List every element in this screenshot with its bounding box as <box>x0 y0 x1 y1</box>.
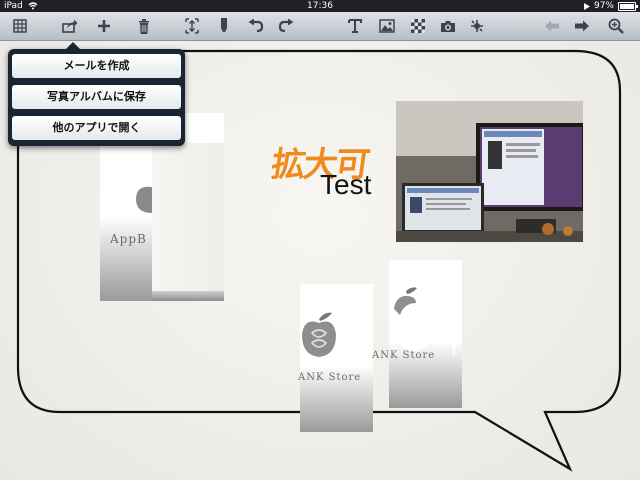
menu-item-save-to-album[interactable]: 写真アルバムに保存 <box>12 85 181 109</box>
play-icon <box>583 2 590 10</box>
clock: 17:36 <box>307 1 333 11</box>
logo-text-store-1: ANK Store <box>298 372 362 383</box>
prev-icon[interactable] <box>542 16 562 36</box>
grid-icon[interactable] <box>10 16 30 36</box>
battery-icon <box>618 1 638 11</box>
zoom-icon[interactable] <box>606 16 626 36</box>
add-icon[interactable] <box>94 16 114 36</box>
share-icon[interactable] <box>60 16 80 36</box>
fit-icon[interactable] <box>182 16 202 36</box>
next-icon[interactable] <box>572 16 592 36</box>
trash-icon[interactable] <box>134 16 154 36</box>
text-label-test[interactable]: Test <box>320 169 371 201</box>
pattern-icon[interactable] <box>408 16 428 36</box>
battery-percent: 97% <box>593 1 614 11</box>
text-icon[interactable] <box>345 16 365 36</box>
clip-icon[interactable] <box>467 16 487 36</box>
undo-icon[interactable] <box>246 16 266 36</box>
status-bar: iPad 17:36 97% <box>0 0 640 12</box>
menu-item-compose-mail[interactable]: メールを作成 <box>12 54 181 78</box>
photo-image[interactable] <box>396 101 583 242</box>
share-menu: メールを作成 写真アルバムに保存 他のアプリで開く <box>8 42 185 146</box>
tile-strip <box>152 143 224 293</box>
apple-logo-icon <box>136 186 152 213</box>
apple-logo-icon <box>302 312 336 357</box>
logo-text-store-2: ANK Store <box>372 350 436 361</box>
tile-strip <box>152 291 224 301</box>
camera-icon[interactable] <box>438 16 458 36</box>
redo-icon[interactable] <box>276 16 296 36</box>
menu-item-open-in[interactable]: 他のアプリで開く <box>12 116 181 140</box>
marker-icon[interactable] <box>214 16 234 36</box>
image-icon[interactable] <box>377 16 397 36</box>
toolbar <box>0 12 640 41</box>
logo-text-appb: AppB <box>110 232 147 246</box>
